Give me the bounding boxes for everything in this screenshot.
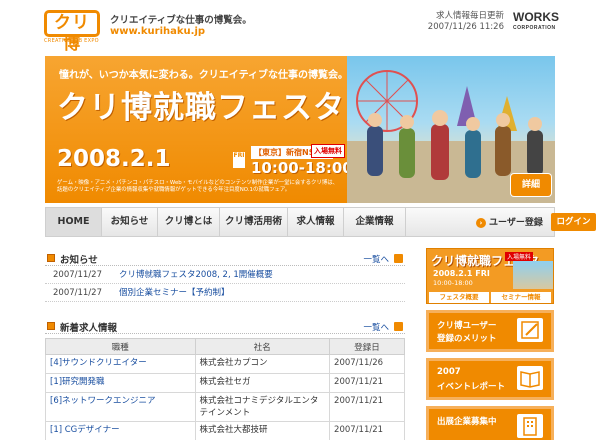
company-name: 株式会社コナミデジタルエンタテインメント [194, 392, 331, 422]
jobs-section: 新着求人情報 一覧へ 職種 社名 登録日 [4]サウンドクリエイター 株式会社カ… [45, 318, 405, 440]
banner-day: FRI [233, 152, 245, 168]
banner-description: ゲーム・映像・アニメ・パチンコ・パチスロ・Web・モバイルなどのコンテンツ制作企… [57, 180, 339, 193]
news-item: 2007/11/27 クリ博就職フェスタ2008, 2, 1開催概要 [45, 266, 405, 284]
news-section: お知らせ 一覧へ 2007/11/27 クリ博就職フェスタ2008, 2, 1開… [45, 250, 405, 306]
mini-banner-date: 2008.2.1 FRI [433, 269, 490, 278]
festa-mini-banner[interactable]: クリ博就職フェスタ 2008.2.1 FRI 10:00-18:00 入場無料 … [426, 248, 554, 304]
job-date: 2007/11/26 [329, 354, 405, 374]
job-date: 2007/11/21 [329, 392, 405, 422]
seminar-info-button[interactable]: セミナー情報 [491, 292, 551, 303]
update-time: 2007/11/26 11:26 [427, 22, 504, 32]
mini-banner-illustration [513, 261, 553, 289]
logo-mark: クリ博 [44, 10, 100, 54]
mini-banner-free-badge: 入場無料 [505, 252, 534, 261]
event-report-line2: イベントレポート [437, 382, 506, 392]
news-date: 2007/11/27 [53, 270, 102, 280]
banner-text-area: 憧れが、いつか本気に変わる。クリエイティブな仕事の博覧会。 クリ博就職フェスタ … [45, 56, 353, 203]
works-logo-text: WORKS [513, 10, 559, 24]
news-item: 2007/11/27 個別企業セミナー【予約制】 [45, 284, 405, 302]
update-label: 求人情報毎日更新 [435, 11, 504, 21]
banner-time: 10:00-18:00 [251, 159, 353, 177]
user-merit-line1: クリ博ユーザー [437, 321, 497, 331]
book-icon [517, 366, 543, 390]
detail-button[interactable]: 詳細 [511, 174, 551, 196]
nav-companies[interactable]: 企業情報 [344, 208, 406, 236]
job-link[interactable]: [1] CGデザイナー [45, 421, 196, 440]
news-date: 2007/11/27 [53, 288, 102, 298]
banner-headline: 憧れが、いつか本気に変わる。クリエイティブな仕事の博覧会。 [59, 70, 348, 81]
site-url: www.kurihaku.jp [110, 26, 206, 37]
site-tagline: クリエイティブな仕事の博覧会。 [110, 15, 252, 26]
mini-banner-time: 10:00-18:00 [433, 279, 473, 287]
register-link[interactable]: › ユーザー登録 [476, 215, 543, 228]
nav-jobs[interactable]: 求人情報 [288, 208, 344, 236]
banner-illustration: 詳細 [347, 56, 555, 203]
table-row: [1] CGデザイナー 株式会社大都技研 2007/11/21 [45, 421, 405, 440]
company-name: 株式会社セガ [194, 373, 331, 393]
user-merit-line2: 登録のメリット [437, 334, 497, 344]
jobs-more-link[interactable]: 一覧へ [363, 321, 389, 333]
company-name: 株式会社カプコン [194, 354, 331, 374]
banner-free-badge: 入場無料 [311, 144, 345, 158]
works-logo[interactable]: WORKS CORPORATION [513, 10, 559, 34]
table-row: [1]研究開発職 株式会社セガ 2007/11/21 [45, 373, 405, 393]
job-link[interactable]: [1]研究開発職 [45, 373, 196, 393]
company-name: 株式会社大都技研 [194, 421, 331, 440]
job-link[interactable]: [4]サウンドクリエイター [45, 354, 196, 374]
exhibitor-recruit-line1: 出展企業募集中 [437, 417, 497, 427]
exhibitor-recruit-button[interactable]: 出展企業募集中 [426, 406, 554, 440]
job-date: 2007/11/21 [329, 421, 405, 440]
rss-icon[interactable] [394, 254, 403, 263]
building-icon [517, 414, 543, 438]
news-header: お知らせ 一覧へ [45, 250, 405, 266]
col-header-date: 登録日 [329, 338, 405, 355]
global-nav: HOME お知らせ クリ博とは クリ博活用術 求人情報 企業情報 › ユーザー登録… [45, 207, 596, 237]
col-header-job: 職種 [45, 338, 196, 355]
bullet-square-icon [47, 254, 55, 262]
news-title: お知らせ [60, 255, 98, 266]
event-report-button[interactable]: 2007 イベントレポート [426, 358, 554, 400]
bullet-square-icon [47, 322, 55, 330]
site-logo[interactable]: クリ博 CREATIVE JOB EXPO [44, 10, 104, 54]
nav-about[interactable]: クリ博とは [158, 208, 220, 236]
arrow-right-icon: › [476, 218, 486, 228]
login-button[interactable]: ログイン [551, 213, 596, 231]
banner-title: クリ博就職フェスタ [57, 90, 345, 126]
jobs-table: 職種 社名 登録日 [4]サウンドクリエイター 株式会社カプコン 2007/11… [45, 338, 405, 440]
table-row: [6]ネットワークエンジニア 株式会社コナミデジタルエンタテインメント 2007… [45, 392, 405, 422]
job-link[interactable]: [6]ネットワークエンジニア [45, 392, 196, 422]
rss-icon[interactable] [394, 322, 403, 331]
header: クリ博 CREATIVE JOB EXPO クリエイティブな仕事の博覧会。 ww… [0, 0, 600, 55]
side-column: クリ博就職フェスタ 2008.2.1 FRI 10:00-18:00 入場無料 … [426, 248, 554, 440]
nav-howto[interactable]: クリ博活用術 [220, 208, 288, 236]
jobs-header: 新着求人情報 一覧へ [45, 318, 405, 334]
news-more-link[interactable]: 一覧へ [363, 253, 389, 265]
register-label: ユーザー登録 [489, 218, 543, 228]
works-logo-sub: CORPORATION [513, 25, 556, 31]
nav-home[interactable]: HOME [46, 208, 102, 236]
nav-news[interactable]: お知らせ [102, 208, 158, 236]
hero-banner[interactable]: 憧れが、いつか本気に変わる。クリエイティブな仕事の博覧会。 クリ博就職フェスタ … [45, 56, 555, 203]
logo-subtitle: CREATIVE JOB EXPO [44, 38, 99, 44]
news-link[interactable]: クリ博就職フェスタ2008, 2, 1開催概要 [119, 266, 273, 284]
page: クリ博 CREATIVE JOB EXPO クリエイティブな仕事の博覧会。 ww… [0, 0, 600, 440]
table-row: [4]サウンドクリエイター 株式会社カプコン 2007/11/26 [45, 354, 405, 374]
jobs-title: 新着求人情報 [60, 323, 118, 334]
festa-overview-button[interactable]: フェスタ概要 [429, 292, 489, 303]
pencil-icon [517, 318, 543, 342]
job-date: 2007/11/21 [329, 373, 405, 393]
update-info: 求人情報毎日更新 2007/11/26 11:26 [424, 11, 504, 33]
col-header-company: 社名 [194, 338, 331, 355]
event-report-line1: 2007 [437, 367, 461, 377]
news-link[interactable]: 個別企業セミナー【予約制】 [119, 284, 230, 302]
user-merit-button[interactable]: クリ博ユーザー 登録のメリット [426, 310, 554, 352]
banner-date: 2008.2.1 [57, 146, 171, 172]
table-header-row: 職種 社名 登録日 [45, 338, 405, 355]
